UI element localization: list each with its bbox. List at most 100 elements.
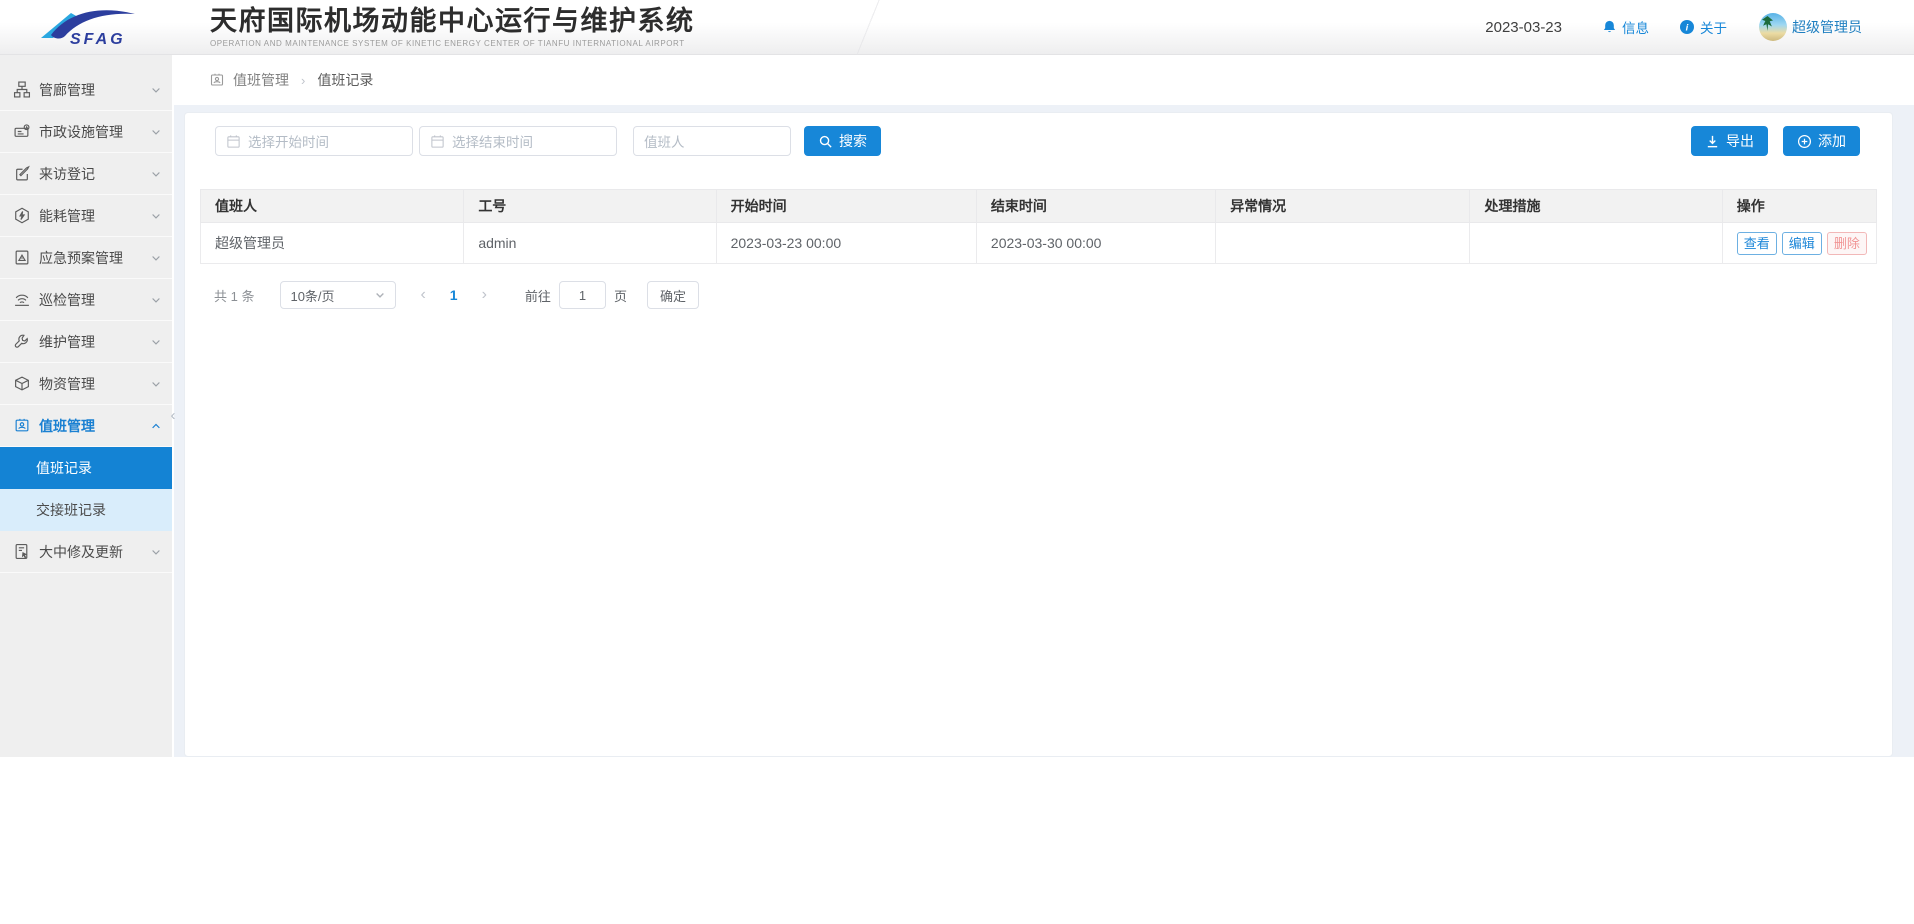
overhaul-icon xyxy=(13,543,31,560)
about-label: 关于 xyxy=(1700,17,1727,37)
column-header: 工号 xyxy=(464,190,716,223)
visitor-register-icon xyxy=(13,165,31,182)
bottom-whitespace xyxy=(0,757,1914,924)
pagination: 共 1 条 10条/页 ‹ 1 › 前往 页 确定 xyxy=(200,281,1877,309)
chevron-down-icon xyxy=(150,126,162,138)
header-right: 2023-03-23 信息 i 关于 超级管理员 xyxy=(1485,13,1862,41)
column-header: 异常情况 xyxy=(1216,190,1470,223)
delete-button[interactable]: 删除 xyxy=(1827,232,1867,255)
goto-label: 前往 xyxy=(525,286,551,305)
sidebar-item-7[interactable]: 维护管理 xyxy=(0,321,172,363)
table-body: 超级管理员admin2023-03-23 00:002023-03-30 00:… xyxy=(201,223,1877,264)
app-header: SFAG 天府国际机场动能中心运行与维护系统 OPERATION AND MAI… xyxy=(0,0,1914,55)
content-card: 选择开始时间 选择结束时间 值班人 搜索 xyxy=(184,112,1893,757)
svg-text:i: i xyxy=(1686,23,1689,34)
filter-toolbar: 选择开始时间 选择结束时间 值班人 搜索 xyxy=(200,126,1877,156)
sidebar-subitem-label: 值班记录 xyxy=(36,458,92,478)
sidebar-item-label: 来访登记 xyxy=(39,164,150,184)
sidebar-item-4[interactable]: 能耗管理 xyxy=(0,195,172,237)
next-page-button[interactable]: › xyxy=(482,286,487,304)
sidebar-item-1[interactable]: 管廊管理 xyxy=(0,69,172,111)
add-button[interactable]: 添加 xyxy=(1783,126,1860,156)
download-icon xyxy=(1705,134,1720,149)
page-size-value: 10条/页 xyxy=(290,286,334,305)
duty-badge-icon xyxy=(209,72,225,88)
export-label: 导出 xyxy=(1726,131,1754,151)
chevron-down-icon xyxy=(150,84,162,96)
bell-icon xyxy=(1602,19,1617,35)
page-title: 天府国际机场动能中心运行与维护系统 xyxy=(210,6,695,36)
svg-text:SFAG: SFAG xyxy=(70,31,126,48)
confirm-button[interactable]: 确定 xyxy=(647,281,699,309)
chevron-down-icon xyxy=(374,289,386,301)
chevron-up-icon xyxy=(150,420,162,432)
calendar-icon xyxy=(226,134,241,149)
page-subtitle: OPERATION AND MAINTENANCE SYSTEM OF KINE… xyxy=(210,39,695,48)
calendar-icon xyxy=(430,134,445,149)
current-date: 2023-03-23 xyxy=(1485,19,1562,36)
sidebar-item-label: 大中修及更新 xyxy=(39,542,150,562)
sidebar-item-label: 能耗管理 xyxy=(39,206,150,226)
chevron-down-icon xyxy=(150,336,162,348)
messages-button[interactable]: 信息 xyxy=(1602,17,1649,37)
sidebar-item-label: 应急预案管理 xyxy=(39,248,150,268)
table-header-row: 值班人工号开始时间结束时间异常情况处理措施操作 xyxy=(201,190,1877,223)
column-header: 处理措施 xyxy=(1470,190,1722,223)
sidebar-collapse-handle[interactable]: ‹ xyxy=(166,401,180,429)
sidebar-item-label: 物资管理 xyxy=(39,374,150,394)
maintenance-icon xyxy=(13,333,31,350)
avatar-palm-graphic xyxy=(1762,16,1773,31)
column-header: 值班人 xyxy=(201,190,464,223)
sidebar-item-8[interactable]: 物资管理 xyxy=(0,363,172,405)
export-button[interactable]: 导出 xyxy=(1691,126,1768,156)
sidebar: 管廊管理市政设施管理来访登记能耗管理应急预案管理巡检管理维护管理物资管理值班管理… xyxy=(0,55,174,757)
start-time-placeholder: 选择开始时间 xyxy=(248,131,329,151)
table-cell: 超级管理员 xyxy=(201,223,464,264)
end-time-input[interactable]: 选择结束时间 xyxy=(419,126,617,156)
view-button[interactable]: 查看 xyxy=(1737,232,1777,255)
current-page[interactable]: 1 xyxy=(450,287,458,303)
start-time-input[interactable]: 选择开始时间 xyxy=(215,126,413,156)
sidebar-item-3[interactable]: 来访登记 xyxy=(0,153,172,195)
sidebar-item-label: 值班管理 xyxy=(39,416,150,436)
title-block: 天府国际机场动能中心运行与维护系统 OPERATION AND MAINTENA… xyxy=(210,6,695,48)
sidebar-subitem[interactable]: 值班记录 xyxy=(0,447,172,489)
avatar[interactable] xyxy=(1759,13,1787,41)
sidebar-item-label: 巡检管理 xyxy=(39,290,150,310)
breadcrumb-section[interactable]: 值班管理 xyxy=(233,70,289,90)
sidebar-item-label: 管廊管理 xyxy=(39,80,150,100)
sidebar-item-6[interactable]: 巡检管理 xyxy=(0,279,172,321)
goto-page-input[interactable] xyxy=(559,281,606,309)
table-row: 超级管理员admin2023-03-23 00:002023-03-30 00:… xyxy=(201,223,1877,264)
sidebar-item-9[interactable]: 值班管理 xyxy=(0,405,172,447)
page-unit-label: 页 xyxy=(614,286,627,305)
duty-person-placeholder: 值班人 xyxy=(644,131,685,151)
column-header: 结束时间 xyxy=(976,190,1215,223)
sidebar-item-2[interactable]: 市政设施管理 xyxy=(0,111,172,153)
municipal-facility-icon xyxy=(13,123,31,140)
energy-icon xyxy=(13,207,31,224)
table-cell: 2023-03-23 00:00 xyxy=(716,223,976,264)
prev-page-button[interactable]: ‹ xyxy=(420,286,425,304)
about-button[interactable]: i 关于 xyxy=(1679,17,1727,37)
page-size-select[interactable]: 10条/页 xyxy=(280,281,396,309)
column-header: 操作 xyxy=(1722,190,1876,223)
sidebar-item-5[interactable]: 应急预案管理 xyxy=(0,237,172,279)
main-content: 值班管理 › 值班记录 选择开始时间 选择结束时间 xyxy=(174,55,1914,757)
duty-person-input[interactable]: 值班人 xyxy=(633,126,791,156)
sidebar-subitem-label: 交接班记录 xyxy=(36,500,106,520)
breadcrumb-page: 值班记录 xyxy=(317,70,373,90)
search-icon xyxy=(818,134,833,149)
pipe-gallery-icon xyxy=(13,81,31,98)
edit-button[interactable]: 编辑 xyxy=(1782,232,1822,255)
username[interactable]: 超级管理员 xyxy=(1792,17,1862,37)
actions-cell: 查看编辑删除 xyxy=(1722,223,1876,264)
sidebar-subitem[interactable]: 交接班记录 xyxy=(0,489,172,531)
emergency-plan-icon xyxy=(13,249,31,266)
circle-plus-icon xyxy=(1797,134,1812,149)
search-label: 搜索 xyxy=(839,131,867,151)
search-button[interactable]: 搜索 xyxy=(804,126,881,156)
duty-record-table: 值班人工号开始时间结束时间异常情况处理措施操作 超级管理员admin2023-0… xyxy=(200,189,1877,264)
sfag-logo-icon: SFAG xyxy=(38,6,146,48)
sidebar-item-10[interactable]: 大中修及更新 xyxy=(0,531,172,573)
